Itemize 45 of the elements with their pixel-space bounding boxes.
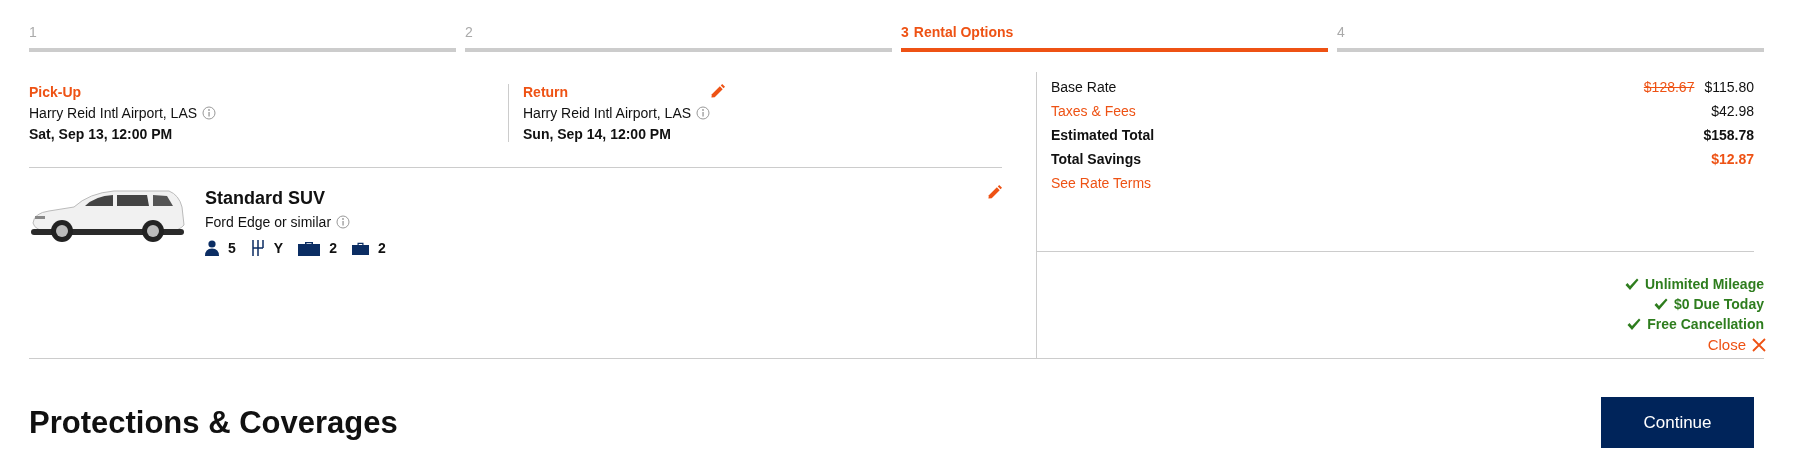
benefit-text: $0 Due Today bbox=[1674, 296, 1764, 312]
price-value: $42.98 bbox=[1711, 103, 1754, 119]
gear-shift-icon bbox=[250, 240, 265, 256]
info-icon[interactable] bbox=[202, 106, 217, 120]
step-tab[interactable]: 2 bbox=[465, 22, 892, 52]
benefit-text: Free Cancellation bbox=[1647, 316, 1764, 332]
price-label: Estimated Total bbox=[1051, 127, 1155, 143]
step-tab[interactable]: 1 bbox=[29, 22, 456, 52]
close-link[interactable]: Close bbox=[1707, 336, 1746, 353]
rate-terms-link[interactable]: See Rate Terms bbox=[1051, 175, 1152, 191]
price-value: $12.87 bbox=[1711, 151, 1754, 167]
feature-count: Y bbox=[273, 240, 284, 256]
vehicle-model: Ford Edge or similar bbox=[205, 214, 332, 230]
info-icon[interactable] bbox=[336, 215, 351, 229]
price-label: Total Savings bbox=[1051, 151, 1141, 167]
location-label: Pick-Up bbox=[29, 84, 83, 100]
vehicle-class: Standard SUV bbox=[205, 188, 327, 209]
feature-count: 2 bbox=[377, 240, 386, 256]
feature-count: 2 bbox=[329, 240, 337, 256]
check-icon bbox=[1624, 277, 1639, 291]
check-icon bbox=[1654, 297, 1668, 311]
continue-button[interactable]: Continue bbox=[1601, 397, 1754, 448]
date-time: Sat, Sep 13, 12:00 PM bbox=[29, 126, 174, 142]
price-value: $115.80 bbox=[1704, 79, 1754, 95]
benefit-text: Unlimited Mileage bbox=[1644, 276, 1764, 292]
step-tab[interactable]: 3 Rental Options bbox=[901, 22, 1328, 52]
briefcase-icon bbox=[351, 241, 369, 255]
date-time: Sun, Sep 14, 12:00 PM bbox=[523, 126, 672, 142]
person-icon bbox=[205, 240, 219, 256]
original-price: $128.67 bbox=[1643, 79, 1695, 95]
suitcase-icon bbox=[298, 240, 321, 256]
taxes-link[interactable]: Taxes & Fees bbox=[1051, 103, 1136, 119]
pencil-icon[interactable] bbox=[710, 84, 726, 99]
close-icon[interactable] bbox=[1752, 337, 1766, 352]
info-icon[interactable] bbox=[696, 106, 711, 120]
pencil-icon[interactable] bbox=[987, 185, 1002, 200]
step-tab[interactable]: 4 bbox=[1337, 22, 1764, 52]
section-heading: Protections & Coverages bbox=[29, 404, 398, 441]
price-label: Base Rate bbox=[1051, 79, 1117, 95]
location-name: Harry Reid Intl Airport, LAS bbox=[523, 105, 692, 121]
feature-count: 5 bbox=[228, 240, 236, 256]
location-label: Return bbox=[523, 84, 570, 100]
price-value: $158.78 bbox=[1703, 127, 1754, 143]
location-name: Harry Reid Intl Airport, LAS bbox=[29, 105, 198, 121]
check-icon bbox=[1627, 317, 1642, 331]
